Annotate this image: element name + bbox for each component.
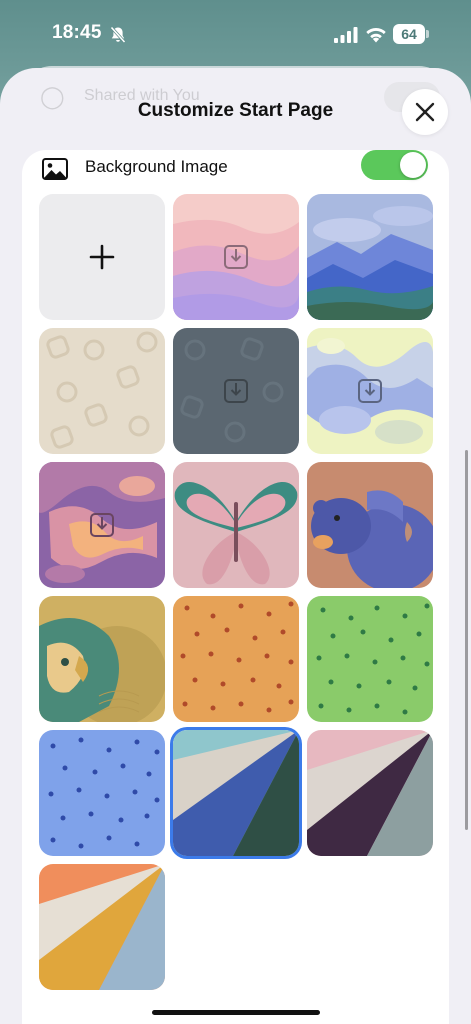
sheet-title: Customize Start Page — [137, 100, 334, 121]
wallpaper-beige-pattern[interactable] — [39, 328, 165, 454]
green-dots-pattern — [307, 596, 433, 722]
toggle-knob — [400, 152, 426, 178]
wallpaper-pink-purple-folds[interactable] — [307, 730, 433, 856]
wifi-icon — [365, 25, 387, 48]
wallpaper-purple-orange-topography[interactable] — [39, 462, 165, 588]
customize-sheet: ◯ Shared with You Customize Start Page B… — [0, 68, 471, 1024]
background-image-toggle[interactable] — [361, 150, 428, 180]
photo-icon — [42, 158, 68, 185]
status-bar: 18:45 64 — [0, 0, 471, 66]
download-icon — [224, 379, 248, 403]
wallpaper-green-dots[interactable] — [307, 596, 433, 722]
bell-slash-icon — [110, 26, 126, 49]
wallpaper-add-custom[interactable] — [39, 194, 165, 320]
wallpaper-gray-pattern[interactable] — [173, 328, 299, 454]
wallpaper-blue-dots[interactable] — [39, 730, 165, 856]
wallpaper-bear[interactable] — [307, 462, 433, 588]
plus-icon — [89, 244, 115, 270]
battery-level: 64 — [393, 24, 425, 44]
orange-dots-pattern — [173, 596, 299, 722]
wallpaper-yellow-blue-topography[interactable] — [307, 328, 433, 454]
home-indicator[interactable] — [152, 1010, 320, 1015]
wallpaper-teal-blue-folds[interactable] — [173, 730, 299, 856]
background-image-label: Background Image — [85, 157, 228, 176]
settings-card: Background Image — [22, 150, 449, 1024]
wallpaper-blue-mountains[interactable] — [307, 194, 433, 320]
download-icon — [358, 379, 382, 403]
status-time: 18:45 — [52, 22, 102, 43]
wallpaper-orange-dots[interactable] — [173, 596, 299, 722]
blue-dots-pattern — [39, 730, 165, 856]
close-button[interactable] — [402, 89, 448, 135]
wallpaper-orange-yellow-folds[interactable] — [39, 864, 165, 990]
wallpaper-pink-dunes[interactable] — [173, 194, 299, 320]
download-icon — [90, 513, 114, 537]
background-image-row: Background Image — [22, 150, 449, 190]
download-icon — [224, 245, 248, 269]
scrollbar[interactable] — [465, 450, 468, 830]
signal-icon — [334, 27, 358, 43]
close-icon — [415, 102, 435, 122]
wallpaper-parrot[interactable] — [39, 596, 165, 722]
battery-icon: 64 — [393, 24, 429, 44]
wallpaper-butterfly[interactable] — [173, 462, 299, 588]
